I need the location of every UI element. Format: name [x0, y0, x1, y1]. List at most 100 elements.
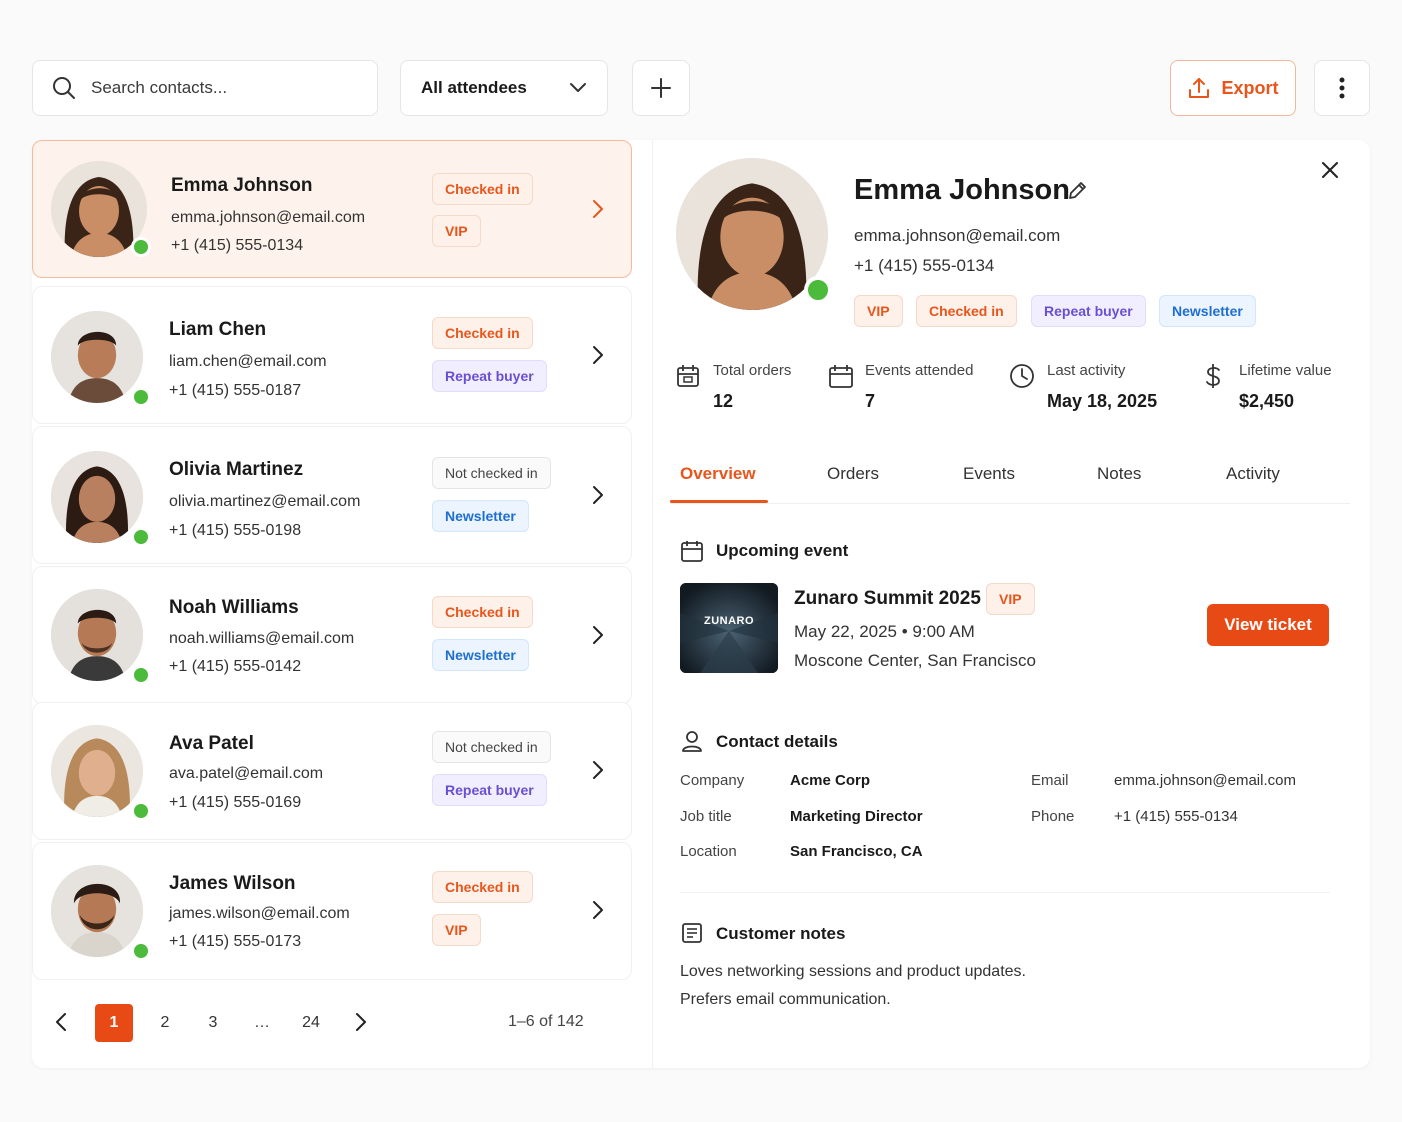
contact-phone: +1 (415) 555-0198: [169, 522, 302, 539]
notes-icon: [682, 923, 702, 943]
close-icon[interactable]: [1318, 158, 1342, 182]
vip-badge: VIP: [432, 215, 481, 247]
page-24-button[interactable]: 24: [292, 1004, 330, 1042]
email-value[interactable]: emma.johnson@email.com: [1114, 772, 1296, 789]
phone-value[interactable]: +1 (415) 555-0134: [1114, 808, 1238, 825]
view-ticket-button[interactable]: View ticket: [1207, 604, 1329, 646]
contact-phone: +1 (415) 555-0173: [169, 933, 302, 950]
pagination-range: 1–6 of 142: [508, 1013, 584, 1030]
contact-item-olivia-martinez[interactable]: Olivia Martinez olivia.martinez@email.co…: [32, 426, 632, 564]
checked-in-badge: Checked in: [916, 295, 1017, 327]
export-label: Export: [1221, 77, 1279, 98]
contact-email: liam.chen@email.com: [169, 353, 327, 370]
attendee-filter-dropdown[interactable]: All attendees: [400, 60, 608, 116]
contact-email: emma.johnson@email.com: [171, 209, 366, 226]
avatar: [51, 451, 143, 543]
tab-orders[interactable]: Orders: [827, 464, 879, 484]
panel-divider: [652, 140, 653, 1068]
page-2-button[interactable]: 2: [146, 1004, 184, 1042]
avatar: [51, 589, 143, 681]
contact-item-noah-williams[interactable]: Noah Williams noah.williams@email.com +1…: [32, 566, 632, 704]
detail-name: Emma Johnson: [854, 174, 1070, 206]
online-status-dot: [131, 801, 151, 821]
detail-avatar-wrap: [676, 158, 832, 310]
clock-icon: [1010, 364, 1034, 388]
active-tab-indicator: [670, 500, 768, 503]
contact-item-ava-patel[interactable]: Ava Patel ava.patel@email.com +1 (415) 5…: [32, 702, 632, 840]
stat-value-total-orders: 12: [713, 391, 734, 411]
tabs-divider: [670, 503, 1350, 504]
repeat-buyer-badge: Repeat buyer: [1031, 295, 1146, 327]
location-label: Location: [680, 843, 737, 860]
tab-notes[interactable]: Notes: [1097, 464, 1141, 484]
contact-details-title: Contact details: [716, 732, 838, 751]
event-location: Moscone Center, San Francisco: [794, 651, 1036, 670]
stat-label-events-attended: Events attended: [865, 362, 974, 379]
more-vertical-icon: [1339, 77, 1345, 99]
filter-selected-value: All attendees: [421, 78, 527, 97]
contact-phone: +1 (415) 555-0142: [169, 658, 302, 675]
job-title-label: Job title: [680, 808, 732, 825]
contact-email: james.wilson@email.com: [169, 905, 350, 922]
plus-icon: [651, 78, 671, 98]
page-1-button[interactable]: 1: [95, 1004, 133, 1042]
contact-item-emma-johnson[interactable]: Emma Johnson emma.johnson@email.com +1 (…: [32, 140, 632, 278]
calendar-icon: [681, 541, 703, 562]
tab-overview[interactable]: Overview: [680, 464, 756, 484]
repeat-buyer-badge: Repeat buyer: [432, 774, 547, 806]
contact-name: James Wilson: [169, 873, 296, 894]
export-button[interactable]: Export: [1170, 60, 1296, 116]
checked-in-badge: Checked in: [432, 871, 533, 903]
note-line: Prefers email communication.: [680, 991, 891, 1008]
stat-label-last-activity: Last activity: [1047, 362, 1126, 379]
contact-name: Emma Johnson: [171, 175, 313, 196]
user-icon: [682, 731, 702, 752]
page-3-button[interactable]: 3: [194, 1004, 232, 1042]
chevron-right-icon: [593, 901, 603, 919]
newsletter-badge: Newsletter: [432, 500, 529, 532]
chevron-right-icon: [593, 486, 603, 504]
contact-name: Liam Chen: [169, 319, 267, 340]
not-checked-in-badge: Not checked in: [432, 731, 551, 763]
contact-email: olivia.martinez@email.com: [169, 493, 361, 510]
dollar-icon: [1206, 364, 1220, 388]
online-status-dot: [131, 237, 151, 257]
contact-item-james-wilson[interactable]: James Wilson james.wilson@email.com +1 (…: [32, 842, 632, 980]
company-value: Acme Corp: [790, 772, 871, 789]
search-input[interactable]: Search contacts...: [32, 60, 378, 116]
avatar: [51, 311, 143, 403]
contact-email: ava.patel@email.com: [169, 765, 324, 782]
newsletter-badge: Newsletter: [432, 639, 529, 671]
edit-icon[interactable]: [1066, 180, 1088, 202]
stat-value-last-activity: May 18, 2025: [1047, 391, 1158, 411]
contact-phone: +1 (415) 555-0134: [171, 237, 304, 254]
tab-events[interactable]: Events: [963, 464, 1015, 484]
stat-label-total-orders: Total orders: [713, 362, 792, 379]
chevron-right-icon: [593, 346, 603, 364]
add-contact-button[interactable]: [632, 60, 690, 116]
online-status-dot: [804, 276, 832, 304]
event-name: Zunaro Summit 2025: [794, 588, 981, 609]
contact-phone: +1 (415) 555-0169: [169, 794, 302, 811]
section-divider: [680, 892, 1330, 893]
phone-label: Phone: [1031, 808, 1075, 825]
tab-activity[interactable]: Activity: [1226, 464, 1280, 484]
vip-badge: VIP: [854, 295, 903, 327]
chevron-down-icon: [570, 83, 586, 92]
contact-item-liam-chen[interactable]: Liam Chen liam.chen@email.com +1 (415) 5…: [32, 286, 632, 424]
contact-name: Noah Williams: [169, 597, 299, 618]
more-options-button[interactable]: [1314, 60, 1370, 116]
repeat-buyer-badge: Repeat buyer: [432, 360, 547, 392]
company-label: Company: [680, 772, 745, 789]
vip-badge: VIP: [986, 583, 1035, 615]
not-checked-in-badge: Not checked in: [432, 457, 551, 489]
next-page-button[interactable]: [350, 1010, 372, 1034]
prev-page-button[interactable]: [50, 1010, 72, 1034]
avatar: [51, 725, 143, 817]
checked-in-badge: Checked in: [432, 596, 533, 628]
contact-name: Olivia Martinez: [169, 459, 304, 480]
page-ellipsis: …: [254, 1014, 270, 1031]
detail-email: emma.johnson@email.com: [854, 226, 1061, 245]
stat-label-lifetime-value: Lifetime value: [1239, 362, 1332, 379]
upload-icon: [1189, 78, 1210, 98]
